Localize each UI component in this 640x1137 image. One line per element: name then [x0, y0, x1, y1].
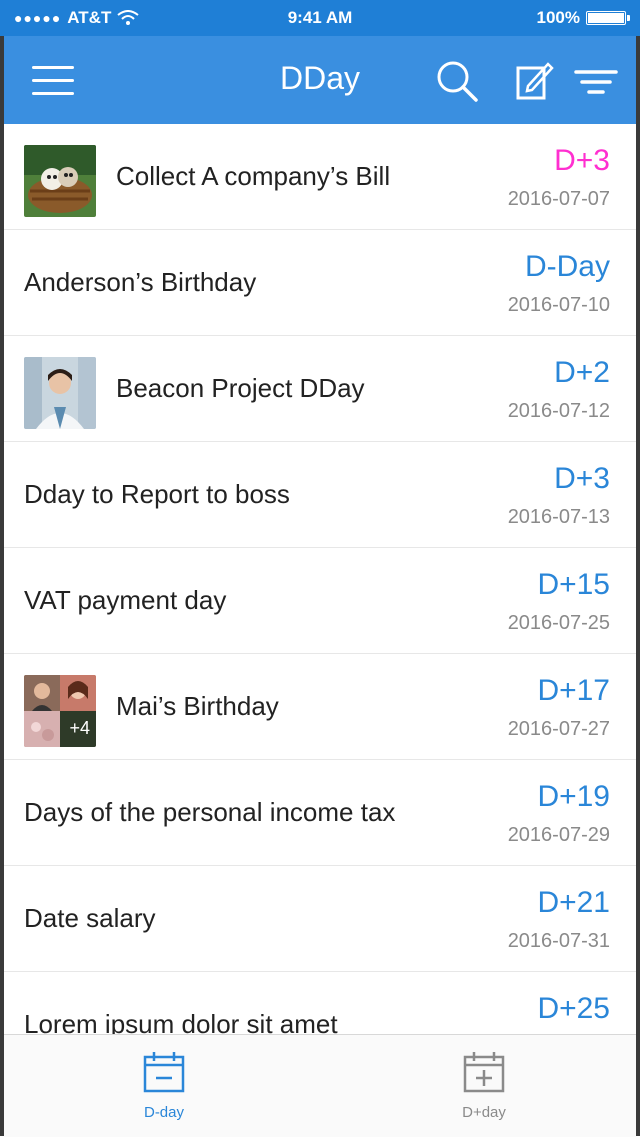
- battery-icon: [586, 11, 630, 25]
- list-item[interactable]: +4 Mai’s Birthday D+17 2016-07-27: [4, 654, 636, 760]
- list-item[interactable]: VAT payment day D+15 2016-07-25: [4, 548, 636, 654]
- item-title: Mai’s Birthday: [116, 691, 279, 721]
- pets-basket-image: [24, 145, 96, 217]
- item-title: Anderson’s Birthday: [24, 267, 257, 297]
- list-item[interactable]: Days of the personal income tax D+19 2016-…: [4, 760, 636, 866]
- item-countdown-badge: D+15: [537, 568, 610, 601]
- tab-dday[interactable]: D-day: [104, 1049, 224, 1121]
- item-countdown-badge: D+2: [554, 356, 610, 389]
- doctor-portrait-image: [24, 357, 96, 429]
- compose-icon[interactable]: [514, 58, 556, 104]
- list-item[interactable]: Dday to Report to boss D+3 2016-07-13: [4, 442, 636, 548]
- item-date: 2016-07-29: [507, 824, 610, 846]
- item-title: Dday to Report to boss: [24, 479, 290, 509]
- item-title: Beacon Project DDay: [116, 373, 365, 403]
- item-title: Date salary: [24, 903, 156, 933]
- item-title: Lorem ipsum dolor sit amet: [24, 1009, 338, 1034]
- item-date: 2016-07-31: [507, 930, 610, 952]
- item-date: 2016-07-07: [507, 188, 610, 210]
- item-date: 2016-07-12: [507, 400, 610, 422]
- navigation-bar: DDay: [4, 36, 636, 124]
- calendar-plus-icon: [463, 1052, 505, 1093]
- item-title: Collect A company’s Bill: [116, 161, 391, 191]
- filter-icon[interactable]: [574, 58, 618, 104]
- tab-dplusday-label: D+day: [462, 1104, 506, 1121]
- item-title: Days of the personal income tax: [24, 797, 396, 827]
- item-date: 2016-07-27: [507, 718, 610, 740]
- tab-dday-label: D-day: [143, 1104, 184, 1121]
- list-item[interactable]: Collect A company’s Bill D+3 2016-07-07: [4, 124, 636, 230]
- tab-dplusday[interactable]: D+day: [424, 1049, 544, 1121]
- item-countdown-badge: D+19: [537, 780, 610, 813]
- list-item[interactable]: Beacon Project DDay D+2 2016-07-12: [4, 336, 636, 442]
- photo-collage-image: +4: [24, 675, 96, 747]
- list-item[interactable]: Anderson’s Birthday D-Day 2016-07-10: [4, 230, 636, 336]
- item-countdown-badge: D+3: [554, 144, 610, 177]
- item-countdown-badge: D-Day: [524, 250, 610, 283]
- item-title: VAT payment day: [24, 585, 227, 615]
- item-date: 2016-07-10: [507, 294, 610, 316]
- item-date: 2016-07-13: [507, 506, 610, 528]
- status-bar: ●●●●● AT&T 9:41 AM 100%: [0, 0, 640, 36]
- dday-list: Collect A company’s Bill D+3 2016-07-07 And…: [4, 124, 636, 1034]
- list-item[interactable]: Date salary D+21 2016-07-31: [4, 866, 636, 972]
- tab-bar: D-day D+day: [4, 1034, 636, 1137]
- list-item[interactable]: Lorem ipsum dolor sit amet D+25: [4, 972, 636, 1034]
- thumb-count: +4: [69, 718, 90, 738]
- item-countdown-badge: D+25: [537, 992, 610, 1025]
- status-right: 100%: [536, 8, 630, 28]
- item-countdown-badge: D+21: [537, 886, 610, 919]
- search-icon[interactable]: [434, 58, 480, 104]
- item-countdown-badge: D+17: [537, 674, 610, 707]
- battery-percent: 100%: [536, 8, 580, 27]
- calendar-minus-icon: [143, 1052, 185, 1093]
- item-countdown-badge: D+3: [554, 462, 610, 495]
- item-date: 2016-07-25: [507, 612, 610, 634]
